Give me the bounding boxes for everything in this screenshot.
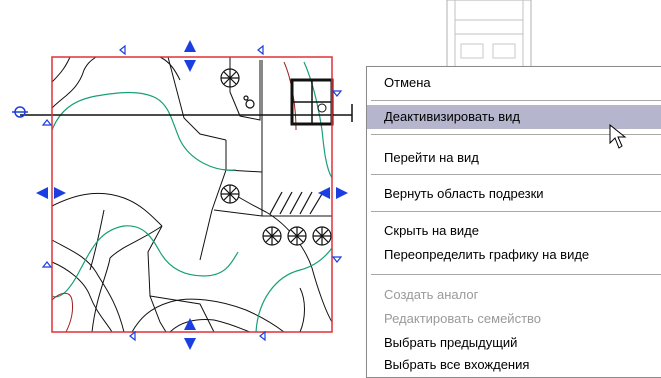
menu-item-create-similar: Создать аналог: [384, 287, 479, 302]
menu-item-cancel[interactable]: Отмена: [367, 71, 661, 95]
context-menu: Отмена Деактивизировать вид Перейти на в…: [366, 66, 661, 378]
menu-separator: [371, 100, 661, 101]
hatch-lines: [269, 191, 323, 215]
menu-item-select-previous[interactable]: Выбрать предыдущий: [367, 331, 661, 355]
menu-item-select-all-instances[interactable]: Выбрать все вхождения: [367, 353, 661, 377]
contour-lines-red: [51, 61, 297, 333]
menu-item-edit-family: Редактировать семейство: [384, 311, 542, 326]
contour-lines-green: [51, 61, 333, 333]
menu-separator: [371, 211, 661, 212]
menu-item-hide-in-view[interactable]: Скрыть на виде: [367, 219, 661, 243]
menu-item-reset-crop[interactable]: Вернуть область подрезки: [367, 182, 661, 206]
sheet-preview: [446, 0, 532, 69]
boundary-grip-marks[interactable]: [41, 44, 343, 342]
building-footprint: [290, 78, 334, 126]
mouse-pointer-icon: [609, 124, 627, 149]
menu-item-override-graphics[interactable]: Переопределить графику на виде: [367, 243, 661, 267]
menu-separator: [371, 174, 661, 175]
menu-separator: [371, 274, 661, 275]
